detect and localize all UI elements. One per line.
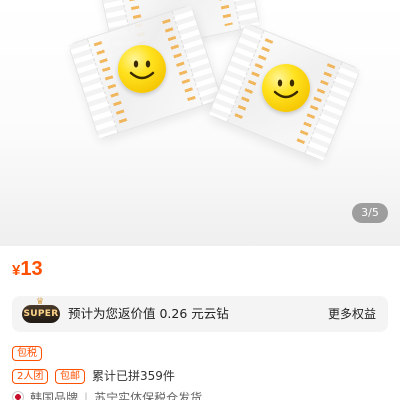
rebate-text: 预计为您返价值 0.26 元云钻: [68, 306, 229, 321]
product-price: ¥13: [12, 258, 43, 281]
super-badge-label: SUPER: [23, 309, 59, 319]
brand-origin-row: 韩国品牌 | 苏宁实体保税仓发货: [12, 389, 202, 400]
brand-origin-label: 韩国品牌: [30, 391, 79, 400]
price-amount: 13: [20, 258, 43, 280]
sold-count: 累计已拼359件: [92, 369, 175, 383]
divider: |: [84, 391, 89, 400]
crown-icon: ♛: [36, 297, 45, 307]
rebate-banner[interactable]: ♛ SUPER 预计为您返价值 0.26 元云钻 更多权益: [12, 296, 388, 332]
image-page-indicator: 3/5: [352, 203, 388, 223]
smiley-candy-left: [118, 45, 166, 93]
free-shipping-tag: 包邮: [55, 369, 85, 384]
korea-flag-icon: [12, 391, 24, 400]
more-benefits-link[interactable]: 更多权益: [328, 296, 376, 332]
shipping-guarantee: 苏宁实体保税仓发货: [94, 391, 203, 400]
super-member-badge: ♛ SUPER: [22, 298, 60, 323]
smiley-candy-right: [262, 64, 310, 112]
group-buy-tag: 2人团: [12, 369, 49, 384]
product-image-gallery[interactable]: 3/5: [0, 0, 400, 246]
tax-included-tag: 包税: [12, 346, 42, 361]
